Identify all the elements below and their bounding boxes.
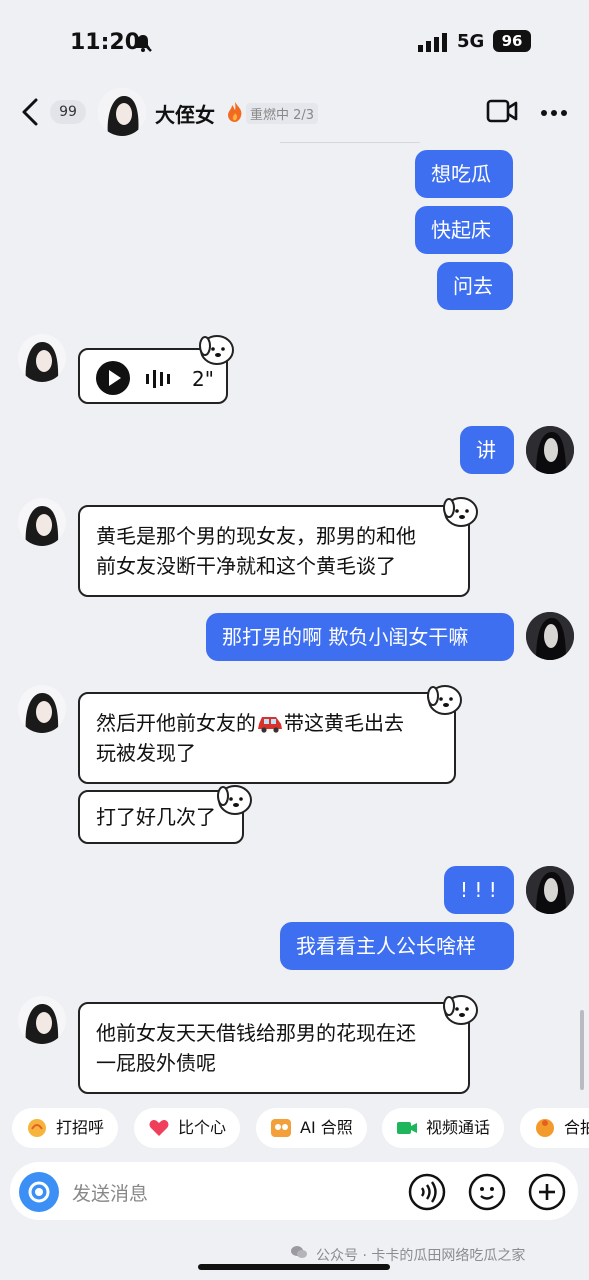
status-time: 11:20 [70, 30, 141, 55]
quick-actions-bar: 打招呼 比个心 AI 合照 视频通话 合拍 [0, 1108, 589, 1152]
message-text: 快起床 [431, 218, 491, 242]
message-text: 打了好几次了 [96, 805, 216, 829]
avatar-image [25, 1004, 59, 1044]
fire-icon [228, 102, 242, 122]
message-outgoing[interactable]: 想吃瓜 [415, 150, 513, 198]
message-outgoing[interactable]: ! ! ! [444, 866, 514, 914]
wechat-icon [291, 1246, 307, 1258]
message-text: 黄毛是那个男的现女友，那男的和他 [96, 524, 416, 548]
photo-icon [271, 1119, 291, 1137]
message-text: 他前女友天天借钱给那男的花现在还 [96, 1021, 416, 1045]
avatar-image [526, 426, 574, 474]
self-avatar[interactable] [526, 612, 574, 660]
audio-wave-icon [146, 370, 170, 388]
camera-icon[interactable] [18, 1171, 60, 1213]
dog-sticker-icon [199, 335, 234, 365]
quick-action-ai-photo[interactable]: AI 合照 [256, 1108, 367, 1148]
avatar-image [526, 866, 574, 914]
signal-icon [418, 33, 447, 52]
bell-off-icon [134, 34, 152, 52]
avatar-image [98, 88, 146, 136]
message-text: 问去 [453, 274, 493, 298]
voice-duration: 2" [192, 367, 214, 391]
dog-sticker-icon [443, 497, 478, 527]
back-icon[interactable] [18, 96, 42, 128]
avatar-image [25, 342, 59, 382]
message-text: 想吃瓜 [431, 162, 491, 186]
message-line: 然后开他前女友的 带这黄毛出去 [96, 708, 438, 738]
message-incoming[interactable]: 黄毛是那个男的现女友，那男的和他 前女友没断干净就和这个黄毛谈了 [78, 505, 470, 597]
quick-action-co-shoot[interactable]: 合拍 [520, 1108, 589, 1148]
quick-action-video-call[interactable]: 视频通话 [382, 1108, 505, 1148]
avatar-image [25, 693, 59, 733]
watermark-text: 公众号 · 卡卡的瓜田网络吃瓜之家 [316, 1248, 526, 1264]
unread-badge[interactable]: 99 [50, 100, 86, 124]
message-outgoing[interactable]: 那打男的啊 欺负小闺女干嘛 [206, 613, 514, 661]
chip-label: 视频通话 [426, 1118, 491, 1137]
battery-level: 96 [493, 30, 531, 52]
more-icon[interactable] [540, 109, 568, 117]
peer-avatar[interactable] [18, 498, 66, 546]
chip-label: 比个心 [178, 1118, 227, 1137]
peer-avatar[interactable] [18, 996, 66, 1044]
quick-action-heart[interactable]: 比个心 [134, 1108, 241, 1148]
message-text: 玩被发现了 [96, 741, 196, 765]
scrollbar[interactable] [580, 1010, 584, 1090]
self-avatar[interactable] [526, 866, 574, 914]
dog-sticker-icon [427, 685, 462, 715]
home-indicator[interactable] [198, 1264, 390, 1270]
message-text: 带这黄毛出去 [284, 711, 404, 735]
play-icon[interactable] [96, 361, 130, 395]
message-text: ! ! ! [460, 878, 497, 902]
contact-name[interactable]: 大侄女 [155, 99, 215, 128]
quick-action-greet[interactable]: 打招呼 [12, 1108, 119, 1148]
avatar-image [526, 612, 574, 660]
message-text: 那打男的啊 欺负小闺女干嘛 [222, 625, 469, 649]
message-text: 讲 [476, 438, 496, 462]
co-shoot-icon [536, 1119, 554, 1137]
streak-status: 重燃中 2/3 [246, 103, 319, 124]
chip-label: 打招呼 [56, 1118, 105, 1137]
message-input[interactable]: 发送消息 [72, 1179, 148, 1206]
message-outgoing[interactable]: 我看看主人公长啥样 [280, 922, 514, 970]
peer-avatar[interactable] [18, 334, 66, 382]
message-input-bar: 发送消息 [10, 1162, 578, 1220]
message-outgoing[interactable]: 问去 [437, 262, 513, 310]
peer-avatar[interactable] [18, 685, 66, 733]
contact-avatar[interactable] [98, 88, 146, 136]
message-incoming[interactable]: 他前女友天天借钱给那男的花现在还 一屁股外债呢 [78, 1002, 470, 1094]
emoji-icon[interactable] [468, 1173, 506, 1211]
video-call-icon[interactable] [486, 98, 518, 124]
car-icon [258, 717, 282, 733]
heart-icon [149, 1120, 169, 1136]
network-type: 5G [457, 31, 485, 52]
dog-sticker-icon [443, 995, 478, 1025]
voice-icon[interactable] [408, 1173, 446, 1211]
message-text: 前女友没断干净就和这个黄毛谈了 [96, 554, 396, 578]
wave-hand-icon [28, 1119, 46, 1137]
message-outgoing[interactable]: 讲 [460, 426, 514, 474]
status-bar: 11:20 5G 96 [0, 0, 589, 82]
video-icon [397, 1122, 417, 1134]
message-outgoing[interactable]: 快起床 [415, 206, 513, 254]
message-incoming[interactable]: 然后开他前女友的 带这黄毛出去 玩被发现了 [78, 692, 456, 784]
chip-label: 合拍 [564, 1118, 589, 1137]
header-divider [280, 142, 420, 143]
chip-label: AI 合照 [300, 1118, 353, 1137]
avatar-image [25, 506, 59, 546]
self-avatar[interactable] [526, 426, 574, 474]
dog-sticker-icon [217, 785, 252, 815]
message-text: 我看看主人公长啥样 [296, 934, 476, 958]
message-text: 一屁股外债呢 [96, 1051, 216, 1075]
plus-icon[interactable] [528, 1173, 566, 1211]
message-text: 然后开他前女友的 [96, 711, 256, 735]
chat-header: 99 大侄女 重燃中 2/3 [0, 82, 589, 142]
